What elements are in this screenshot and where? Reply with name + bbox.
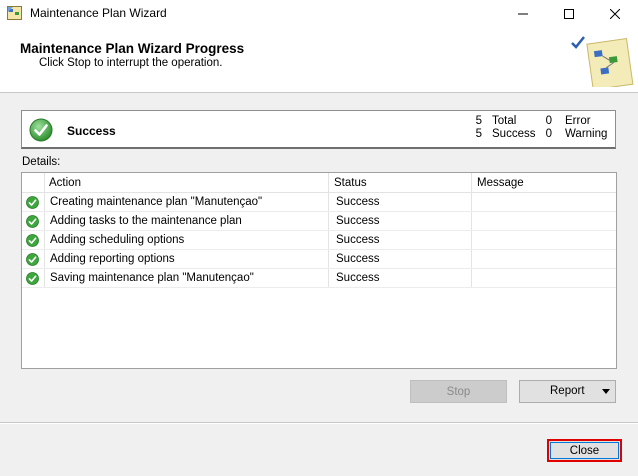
row-action: Adding reporting options — [50, 253, 175, 265]
row-status: Success — [336, 253, 380, 265]
warning-label: Warning — [565, 128, 608, 140]
close-icon — [610, 8, 620, 19]
stop-button[interactable]: Stop — [410, 380, 507, 403]
total-label: Total — [492, 115, 517, 127]
warning-count: 0 — [545, 128, 552, 140]
count-values-right: 0 0 — [542, 115, 552, 141]
success-check-icon — [26, 253, 39, 266]
total-count: 5 — [475, 115, 482, 127]
grid-header: Action Status Message — [22, 173, 616, 193]
footer-divider-highlight — [0, 423, 638, 424]
table-row[interactable]: Adding tasks to the maintenance plan Suc… — [22, 212, 616, 231]
success-count: 5 — [475, 128, 482, 140]
row-action: Saving maintenance plan "Manutençao" — [50, 272, 254, 284]
error-count: 0 — [545, 115, 552, 127]
maximize-icon — [564, 8, 574, 19]
wizard-header: Maintenance Plan Wizard Progress Click S… — [0, 27, 638, 93]
column-header-status[interactable]: Status — [334, 177, 367, 189]
minimize-icon — [518, 13, 528, 14]
wizard-app-icon — [7, 6, 22, 20]
report-dropdown-button[interactable]: Report — [519, 380, 616, 403]
close-button[interactable]: Close — [547, 439, 622, 462]
details-grid[interactable]: Action Status Message Creating maintenan… — [21, 172, 617, 369]
row-action: Adding scheduling options — [50, 234, 185, 246]
success-check-icon — [26, 196, 39, 209]
count-labels-left: Total Success — [492, 115, 535, 141]
close-button-label: Close — [550, 442, 619, 459]
table-row[interactable]: Creating maintenance plan "Manutençao" S… — [22, 193, 616, 212]
count-values-left: 5 5 — [472, 115, 482, 141]
window-title: Maintenance Plan Wizard — [30, 6, 167, 20]
count-labels-right: Error Warning — [565, 115, 607, 141]
wizard-checklist-icon — [571, 36, 634, 87]
success-check-icon — [29, 118, 53, 142]
row-status: Success — [336, 272, 380, 284]
success-check-icon — [26, 272, 39, 285]
row-action: Creating maintenance plan "Manutençao" — [50, 196, 263, 208]
minimize-button[interactable] — [500, 0, 546, 27]
details-label: Details: — [22, 156, 61, 168]
success-check-icon — [26, 234, 39, 247]
error-label: Error — [565, 115, 591, 127]
status-label: Success — [67, 124, 116, 138]
column-header-message[interactable]: Message — [477, 177, 524, 189]
window-close-button[interactable] — [592, 0, 638, 27]
row-status: Success — [336, 234, 380, 246]
column-header-action[interactable]: Action — [49, 177, 81, 189]
page-subtitle: Click Stop to interrupt the operation. — [39, 57, 223, 69]
row-status: Success — [336, 196, 380, 208]
row-action: Adding tasks to the maintenance plan — [50, 215, 242, 227]
table-row[interactable]: Adding reporting options Success — [22, 250, 616, 269]
row-status: Success — [336, 215, 380, 227]
title-bar: Maintenance Plan Wizard — [0, 0, 638, 27]
success-check-icon — [26, 215, 39, 228]
table-row[interactable]: Adding scheduling options Success — [22, 231, 616, 250]
maximize-button[interactable] — [546, 0, 592, 27]
status-summary-panel: Success 5 5 Total Success 0 0 Error Warn… — [21, 110, 616, 149]
success-label: Success — [492, 128, 536, 140]
page-title: Maintenance Plan Wizard Progress — [20, 41, 245, 56]
table-row[interactable]: Saving maintenance plan "Manutençao" Suc… — [22, 269, 616, 288]
dropdown-arrow-icon — [602, 389, 610, 394]
report-button-label: Report — [550, 385, 585, 397]
